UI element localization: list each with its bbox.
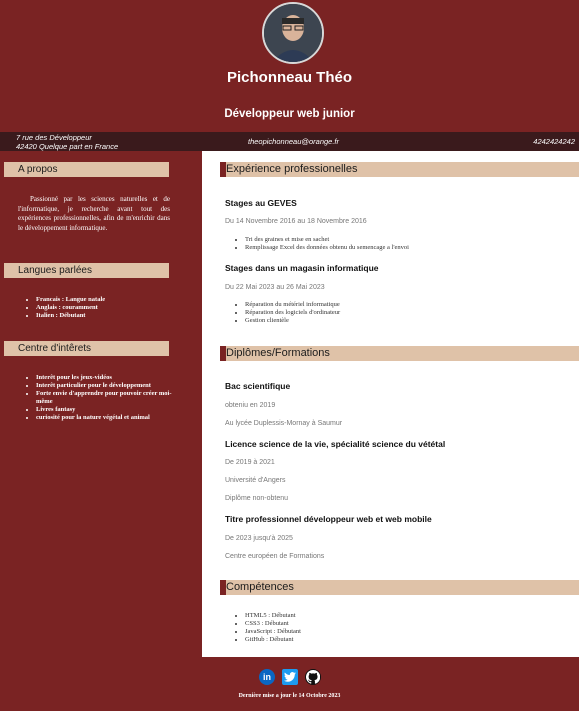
education-line: Université d'Angers	[225, 477, 286, 484]
languages-list: Francais : Langue natale Anglais : coura…	[26, 296, 186, 320]
list-item: Livres fantasy	[36, 406, 186, 414]
profile-photo	[262, 2, 324, 64]
last-updated: Dernière mise a jour le 14 Octobre 2023	[238, 693, 341, 699]
github-icon[interactable]	[305, 669, 321, 685]
interests-list: Interêt pour les jeux-vidéos Interêt par…	[26, 374, 186, 422]
job-dates: Du 14 Novembre 2016 au 18 Novembre 2016	[225, 218, 367, 225]
header: Pichonneau Théo Développeur web junior	[0, 0, 579, 132]
list-item: Gestion clientèle	[245, 317, 340, 325]
main-content: Expérience professionelles Stages au GEV…	[202, 151, 579, 657]
list-item: Francais : Langue natale	[36, 296, 186, 304]
education-line: Au lycée Duplessis-Mornay à Saumur	[225, 420, 343, 427]
list-item: Interêt particulier pour le développemen…	[36, 382, 186, 390]
list-item: JavaScript : Débutant	[245, 628, 301, 636]
about-heading: A propos	[4, 162, 169, 177]
task-list: Réparation du métériel informatique Répa…	[235, 301, 340, 325]
education-line: De 2019 à 2021	[225, 459, 275, 466]
list-item: Forte envie d'apprendre pour pouvoir cré…	[36, 390, 186, 406]
address-line-2: 42420 Quelque part en France	[16, 142, 119, 151]
list-item: HTML5 : Débutant	[245, 612, 301, 620]
job-dates: Du 22 Mai 2023 au 26 Mai 2023	[225, 284, 325, 291]
list-item: curiosité pour la nature végétal et anim…	[36, 414, 186, 422]
skills-heading: Compétences	[220, 580, 579, 595]
languages-heading: Langues parlées	[4, 263, 169, 278]
linkedin-icon[interactable]: in	[259, 669, 275, 685]
sidebar: A propos Passionné par les sciences natu…	[0, 151, 202, 657]
about-text: Passionné par les sciences naturelles et…	[18, 195, 170, 232]
list-item: Réparation des logiciels d'ordinateur	[245, 309, 340, 317]
job-title: Développeur web junior	[224, 108, 355, 120]
education-line: De 2023 jusqu'à 2025	[225, 535, 293, 542]
skills-heading-label: Compétences	[226, 581, 294, 593]
list-item: GitHub : Débutant	[245, 636, 301, 644]
education-line: Centre européen de Formations	[225, 553, 325, 560]
social-links: in	[259, 669, 321, 685]
address-line-1: 7 rue des Développeur	[16, 133, 92, 142]
list-item: Italien : Débutant	[36, 312, 186, 320]
experience-heading-label: Expérience professionelles	[226, 163, 358, 175]
phone-number: 4242424242	[533, 137, 575, 146]
skills-list: HTML5 : Débutant CSS3 : Débutant JavaScr…	[235, 612, 301, 644]
list-item: Tri des graines et mise en sachet	[245, 236, 409, 244]
experience-heading: Expérience professionelles	[220, 162, 579, 177]
task-list: Tri des graines et mise en sachet Rempli…	[235, 236, 409, 252]
list-item: Anglais : couramment	[36, 304, 186, 312]
list-item: Réparation du métériel informatique	[245, 301, 340, 309]
address: 7 rue des Développeur 42420 Quelque part…	[16, 133, 118, 151]
education-heading: Diplômes/Formations	[220, 346, 579, 361]
list-item: Interêt pour les jeux-vidéos	[36, 374, 186, 382]
email-link[interactable]: theopichonneau@orange.fr	[248, 137, 339, 146]
list-item: Remplissage Excel des données obtenu du …	[245, 244, 409, 252]
education-line: obteniu en 2019	[225, 402, 276, 409]
job-title-shop: Stages dans un magasin informatique	[225, 263, 379, 273]
education-line: Diplôme non-obtenu	[225, 495, 289, 502]
interests-heading: Centre d'intêrets	[4, 341, 169, 356]
education-title: Titre professionnel développeur web et w…	[225, 514, 432, 524]
education-title: Bac scientifique	[225, 381, 291, 391]
education-title: Licence science de la vie, spécialité sc…	[225, 439, 446, 449]
education-heading-label: Diplômes/Formations	[226, 347, 330, 359]
job-title-geves: Stages au GEVES	[225, 198, 297, 208]
full-name: Pichonneau Théo	[226, 69, 352, 86]
list-item: CSS3 : Débutant	[245, 620, 301, 628]
twitter-icon[interactable]	[282, 669, 298, 685]
contact-bar: 7 rue des Développeur 42420 Quelque part…	[0, 132, 579, 151]
